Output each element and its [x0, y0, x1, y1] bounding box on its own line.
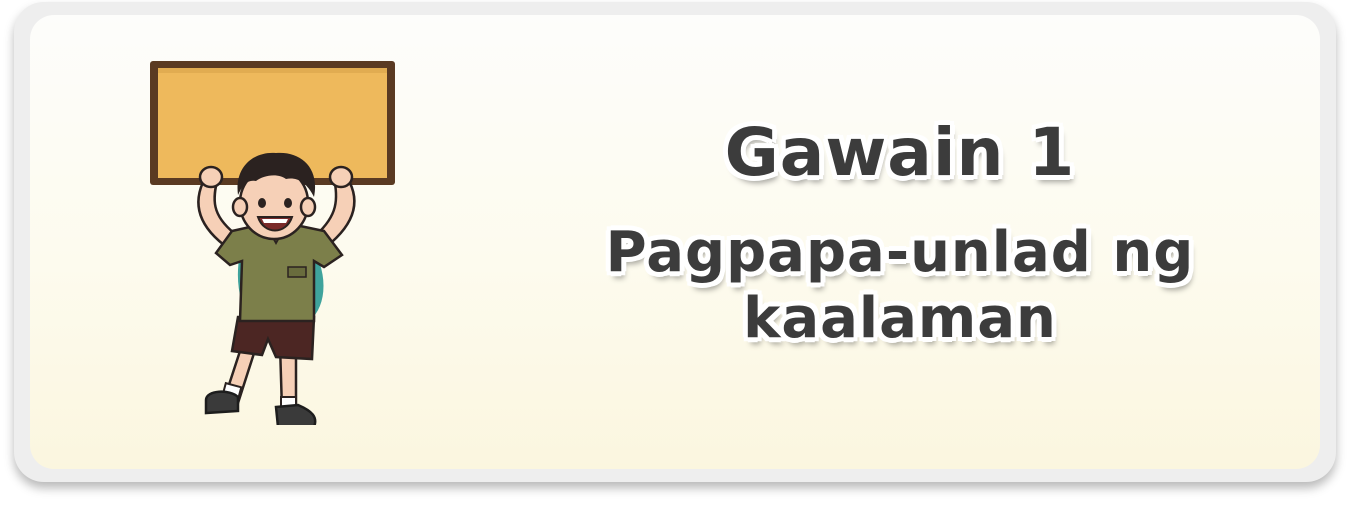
card-frame: Gawain 1 Pagpapa-unlad ng kaalaman: [14, 2, 1336, 482]
boy-holding-sign-illustration: [150, 61, 395, 425]
activity-subtitle-line-2: kaalaman: [743, 286, 1057, 351]
title-block: Gawain 1 Pagpapa-unlad ng kaalaman: [550, 110, 1250, 352]
activity-card: Gawain 1 Pagpapa-unlad ng kaalaman: [30, 15, 1320, 469]
activity-title: Gawain 1: [724, 114, 1076, 191]
activity-subtitle-line-1: Pagpapa-unlad ng: [605, 220, 1195, 285]
